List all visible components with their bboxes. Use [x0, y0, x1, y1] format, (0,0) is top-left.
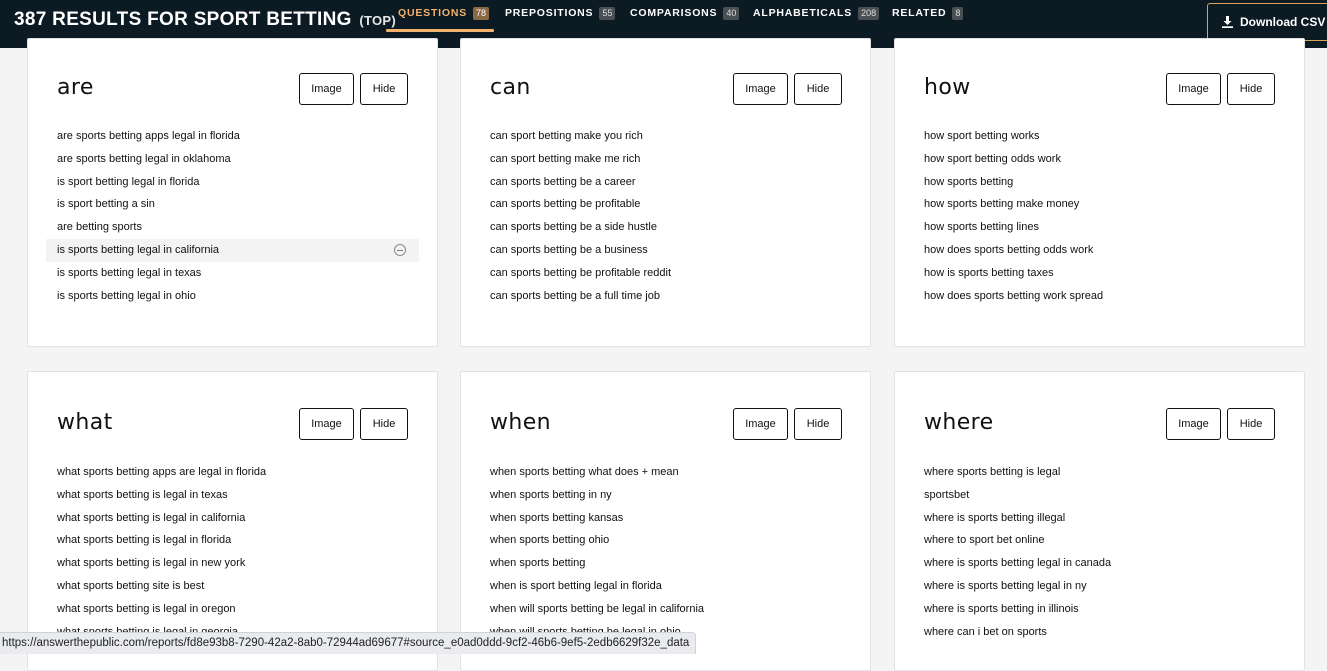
download-csv-button[interactable]: Download CSV [1207, 3, 1327, 41]
list-item[interactable]: when sports betting [479, 552, 852, 575]
list-item[interactable]: are sports betting apps legal in florida [46, 125, 419, 148]
list-item[interactable]: how sport betting odds work [913, 148, 1286, 171]
list-item[interactable]: what sports betting is legal in texas [46, 484, 419, 507]
list-item[interactable]: when sports betting in ny [479, 484, 852, 507]
suggestion-list: how sport betting works how sport bettin… [913, 125, 1286, 307]
suggestion-list: can sport betting make you rich can spor… [479, 125, 852, 307]
card-where: where Image Hide where sports betting is… [894, 371, 1305, 671]
card-are: are Image Hide are sports betting apps l… [27, 38, 438, 347]
card-what: what Image Hide what sports betting apps… [27, 371, 438, 671]
card-can: can Image Hide can sport betting make yo… [460, 38, 871, 347]
list-item[interactable]: what sports betting is legal in new york [46, 552, 419, 575]
list-item[interactable]: can sports betting be a career [479, 171, 852, 194]
image-button[interactable]: Image [299, 73, 354, 105]
tab-alphabeticals-count: 208 [858, 7, 879, 20]
card-title: can [490, 75, 531, 100]
list-item[interactable]: what sports betting is legal in oregon [46, 598, 419, 621]
list-item[interactable]: when will sports betting be legal in cal… [479, 598, 852, 621]
list-item[interactable]: how sports betting make money [913, 193, 1286, 216]
card-title: when [490, 410, 551, 435]
suggestion-list: what sports betting apps are legal in fl… [46, 461, 419, 643]
list-item-text: is sports betting legal in california [57, 244, 219, 256]
tab-questions-count: 78 [473, 7, 489, 20]
list-item[interactable]: where to sport bet online [913, 529, 1286, 552]
list-item[interactable]: is sport betting legal in florida [46, 171, 419, 194]
list-item[interactable]: can sports betting be profitable reddit [479, 262, 852, 285]
card-title: what [57, 410, 113, 435]
suggestion-list: are sports betting apps legal in florida… [46, 125, 419, 307]
list-item[interactable]: how is sports betting taxes [913, 262, 1286, 285]
list-item[interactable]: how sports betting [913, 171, 1286, 194]
list-item[interactable]: how does sports betting odds work [913, 239, 1286, 262]
image-button[interactable]: Image [733, 408, 788, 440]
list-item[interactable]: what sports betting is legal in californ… [46, 507, 419, 530]
suggestion-list: where sports betting is legal sportsbet … [913, 461, 1286, 643]
list-item[interactable]: where is sports betting legal in canada [913, 552, 1286, 575]
hide-button[interactable]: Hide [794, 73, 842, 105]
list-item[interactable]: where sports betting is legal [913, 461, 1286, 484]
hide-button[interactable]: Hide [794, 408, 842, 440]
list-item[interactable]: how sport betting works [913, 125, 1286, 148]
link-status-bar: https://answerthepublic.com/reports/fd8e… [0, 632, 696, 654]
tab-comparisons-label: COMPARISONS [630, 7, 717, 19]
tab-related-count: 8 [952, 7, 963, 20]
tab-questions-label: QUESTIONS [398, 7, 467, 19]
download-icon [1222, 16, 1233, 28]
tab-related-label: RELATED [892, 7, 946, 19]
list-item[interactable]: is sport betting a sin [46, 193, 419, 216]
card-title: are [57, 75, 94, 100]
hide-button[interactable]: Hide [1227, 73, 1275, 105]
tab-alphabeticals-label: ALPHABETICALS [753, 7, 852, 19]
page-title: 387 RESULTS FOR SPORT BETTING (TOP) [14, 9, 396, 31]
list-item[interactable]: where is sports betting legal in ny [913, 575, 1286, 598]
list-item-hovered[interactable]: is sports betting legal in california [46, 239, 419, 262]
list-item[interactable]: how sports betting lines [913, 216, 1286, 239]
suggestion-list: when sports betting what does + mean whe… [479, 461, 852, 643]
image-button[interactable]: Image [733, 73, 788, 105]
tab-prepositions-label: PREPOSITIONS [505, 7, 593, 19]
list-item[interactable]: what sports betting is legal in florida [46, 529, 419, 552]
list-item[interactable]: when sports betting ohio [479, 529, 852, 552]
list-item[interactable]: can sport betting make me rich [479, 148, 852, 171]
hide-button[interactable]: Hide [360, 408, 408, 440]
remove-circle-icon[interactable] [394, 244, 406, 256]
tab-comparisons-count: 40 [723, 7, 739, 20]
list-item[interactable]: when sports betting what does + mean [479, 461, 852, 484]
list-item[interactable]: can sports betting be a business [479, 239, 852, 262]
card-title: how [924, 75, 971, 100]
list-item[interactable]: is sports betting legal in texas [46, 262, 419, 285]
list-item[interactable]: where is sports betting in illinois [913, 598, 1286, 621]
download-csv-label: Download CSV [1240, 15, 1325, 29]
image-button[interactable]: Image [1166, 408, 1221, 440]
tab-prepositions-count: 55 [599, 7, 615, 20]
list-item[interactable]: can sport betting make you rich [479, 125, 852, 148]
list-item[interactable]: what sports betting apps are legal in fl… [46, 461, 419, 484]
card-when: when Image Hide when sports betting what… [460, 371, 871, 671]
list-item[interactable]: where is sports betting illegal [913, 507, 1286, 530]
image-button[interactable]: Image [1166, 73, 1221, 105]
list-item[interactable]: how does sports betting work spread [913, 285, 1286, 308]
list-item[interactable]: are sports betting legal in oklahoma [46, 148, 419, 171]
list-item[interactable]: when sports betting kansas [479, 507, 852, 530]
list-item[interactable]: where can i bet on sports [913, 621, 1286, 644]
list-item[interactable]: sportsbet [913, 484, 1286, 507]
card-title: where [924, 410, 994, 435]
hide-button[interactable]: Hide [360, 73, 408, 105]
list-item[interactable]: are betting sports [46, 216, 419, 239]
list-item[interactable]: can sports betting be profitable [479, 193, 852, 216]
hide-button[interactable]: Hide [1227, 408, 1275, 440]
results-title: 387 RESULTS FOR SPORT BETTING [14, 9, 352, 30]
list-item[interactable]: what sports betting site is best [46, 575, 419, 598]
list-item[interactable]: can sports betting be a full time job [479, 285, 852, 308]
list-item[interactable]: is sports betting legal in ohio [46, 285, 419, 308]
image-button[interactable]: Image [299, 408, 354, 440]
card-how: how Image Hide how sport betting works h… [894, 38, 1305, 347]
list-item[interactable]: when is sport betting legal in florida [479, 575, 852, 598]
list-item[interactable]: can sports betting be a side hustle [479, 216, 852, 239]
